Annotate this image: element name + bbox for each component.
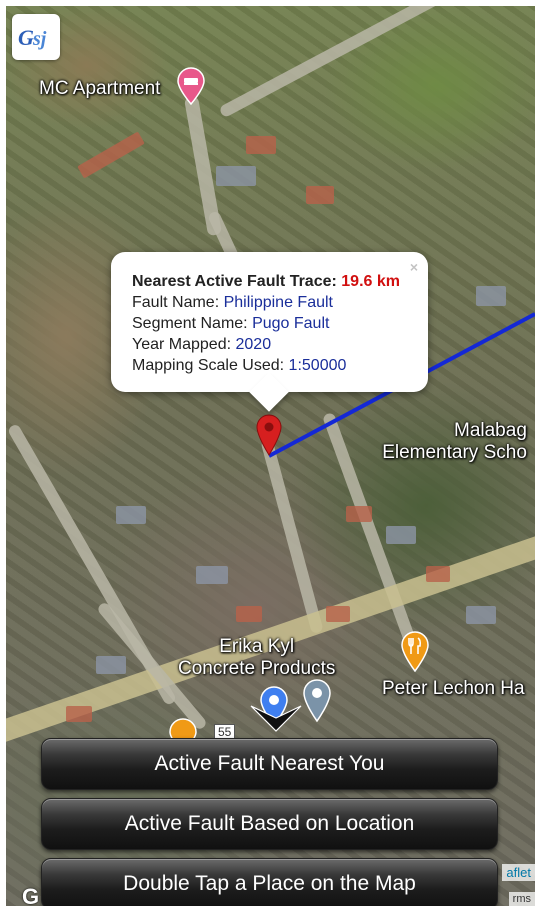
segment-name-label: Segment Name: xyxy=(132,315,248,332)
place-label-peter-lechon[interactable]: Peter Lechon Ha xyxy=(382,678,525,700)
restaurant-pin-icon[interactable] xyxy=(400,630,430,677)
fault-name-value: Philippine Fault xyxy=(223,294,333,311)
place-label-malabag-line1: Malabag xyxy=(454,420,527,441)
year-mapped-label: Year Mapped: xyxy=(132,336,232,353)
year-mapped-value: 2020 xyxy=(235,336,272,353)
popup-row-segment: Segment Name: Pugo Fault xyxy=(132,313,428,334)
location-pin-icon[interactable] xyxy=(302,678,332,727)
nearest-distance-value: 19.6 km xyxy=(341,273,400,290)
mapping-scale-label: Mapping Scale Used: xyxy=(132,357,285,374)
app-logo: G sj xyxy=(12,14,60,60)
place-label-erika-kyl[interactable]: Erika Kyl Concrete Products xyxy=(178,636,335,680)
place-label-malabag-school[interactable]: Malabag Elementary Scho xyxy=(374,420,527,464)
svg-text:G: G xyxy=(18,25,34,50)
popup-row-fault-name: Fault Name: Philippine Fault xyxy=(132,292,428,313)
fault-info-popup: × Nearest Active Fault Trace: 19.6 km Fa… xyxy=(111,252,428,412)
popup-row-year: Year Mapped: 2020 xyxy=(132,334,428,355)
selected-location-marker-icon[interactable] xyxy=(256,414,282,461)
svg-text:sj: sj xyxy=(32,28,47,50)
terms-attribution-link[interactable]: rms xyxy=(508,892,535,906)
place-label-erika-line1: Erika Kyl xyxy=(219,636,295,657)
gsj-logo-icon: G sj xyxy=(18,25,47,50)
active-fault-location-button[interactable]: Active Fault Based on Location xyxy=(41,798,498,850)
place-label-mc-apartment[interactable]: MC Apartment xyxy=(39,78,160,100)
map-app: G sj MC Apartment Malabag Elementary Sch… xyxy=(6,6,535,906)
fault-name-label: Fault Name: xyxy=(132,294,220,311)
popup-row-nearest: Nearest Active Fault Trace: 19.6 km xyxy=(132,271,428,292)
nearest-label: Nearest Active Fault Trace: xyxy=(132,273,337,290)
popup-row-scale: Mapping Scale Used: 1:50000 xyxy=(132,355,428,376)
mapping-scale-value: 1:50000 xyxy=(288,357,347,374)
double-tap-button[interactable]: Double Tap a Place on the Map xyxy=(41,858,498,906)
place-label-erika-line2: Concrete Products xyxy=(178,658,336,679)
segment-name-value: Pugo Fault xyxy=(252,315,330,332)
active-fault-nearest-button[interactable]: Active Fault Nearest You xyxy=(41,738,498,790)
compass-arrow-icon[interactable] xyxy=(246,696,306,741)
place-label-malabag-line2: Elementary Scho xyxy=(382,442,527,463)
leaflet-attribution-link[interactable]: aflet xyxy=(502,864,535,881)
hotel-pin-icon[interactable] xyxy=(176,67,206,110)
google-logo: G xyxy=(22,884,40,906)
